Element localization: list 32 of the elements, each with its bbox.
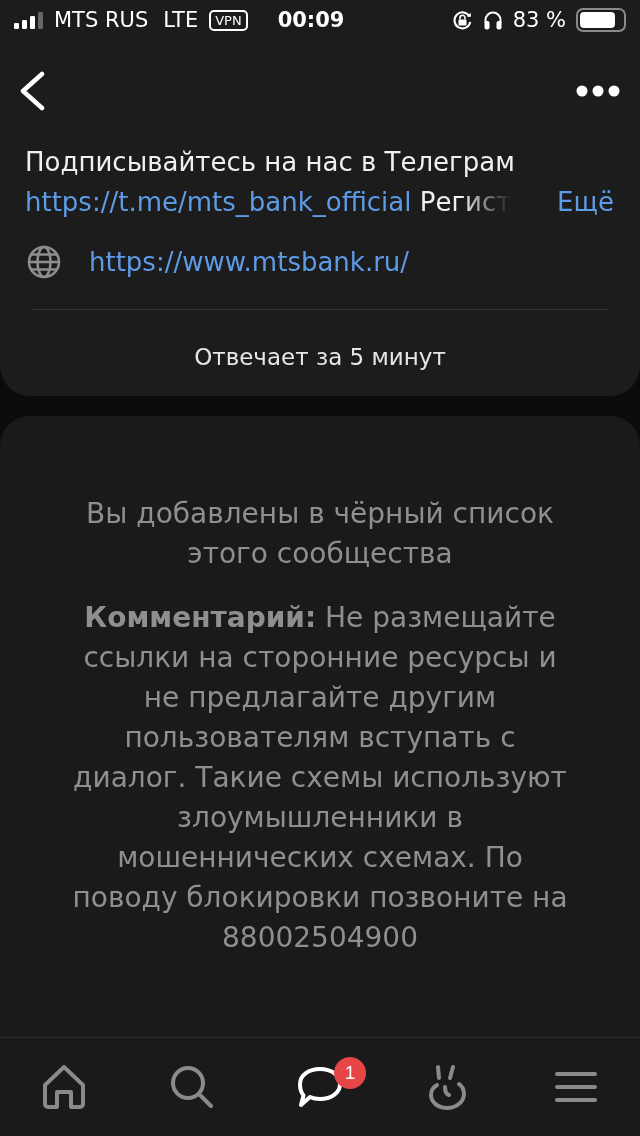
back-chevron-icon — [18, 71, 46, 111]
chat-bubble-icon — [297, 1066, 343, 1108]
headphones-icon — [482, 10, 503, 30]
search-icon — [170, 1065, 214, 1109]
response-time-text: Отвечает за 5 минут — [193, 343, 447, 372]
globe-icon — [27, 245, 61, 279]
blacklist-comment: Комментарий: Не размещайте ссылки на сторонние ресурсы и не предлагайте другим пользователям вступать с диалог. Такие схемы используют злоумышленники в мошеннических схемах. По поводу блокировки позвоните на 88002504900 — [72, 600, 568, 956]
more-link[interactable]: Ещё — [557, 182, 614, 222]
battery-icon — [576, 8, 626, 32]
vpn-indicator: VPN — [209, 9, 248, 31]
more-options-button[interactable] — [576, 85, 620, 97]
home-icon — [41, 1064, 87, 1110]
menu-tab[interactable] — [555, 1071, 597, 1103]
menu-icon — [555, 1071, 597, 1103]
clips-tab[interactable] — [429, 1064, 467, 1110]
website-link[interactable]: https://www.mtsbank.ru/ — [89, 242, 410, 282]
back-button[interactable] — [18, 71, 46, 111]
more-dots-icon — [576, 85, 620, 97]
rotation-lock-icon — [451, 9, 473, 31]
home-tab[interactable] — [41, 1064, 87, 1110]
clock-time: 00:09 — [277, 9, 345, 31]
description-text: Подписывайтесь на нас в Телеграм https://t.me/mts_bank_official Регист — [25, 146, 515, 219]
blacklist-title: Вы добавлены в чёрный список этого сообщества — [85, 496, 555, 572]
carrier-name: MTS RUS — [54, 9, 149, 31]
search-tab[interactable] — [170, 1065, 214, 1109]
signal-icon — [14, 11, 44, 29]
telegram-link[interactable]: https://t.me/mts_bank_official — [25, 187, 412, 217]
unread-count-badge: 1 — [334, 1057, 366, 1089]
ring-with-lines-icon — [429, 1064, 467, 1110]
battery-percent: 83 % — [512, 9, 566, 31]
network-type: LTE — [163, 9, 199, 31]
messages-tab[interactable]: 1 — [274, 1057, 366, 1117]
